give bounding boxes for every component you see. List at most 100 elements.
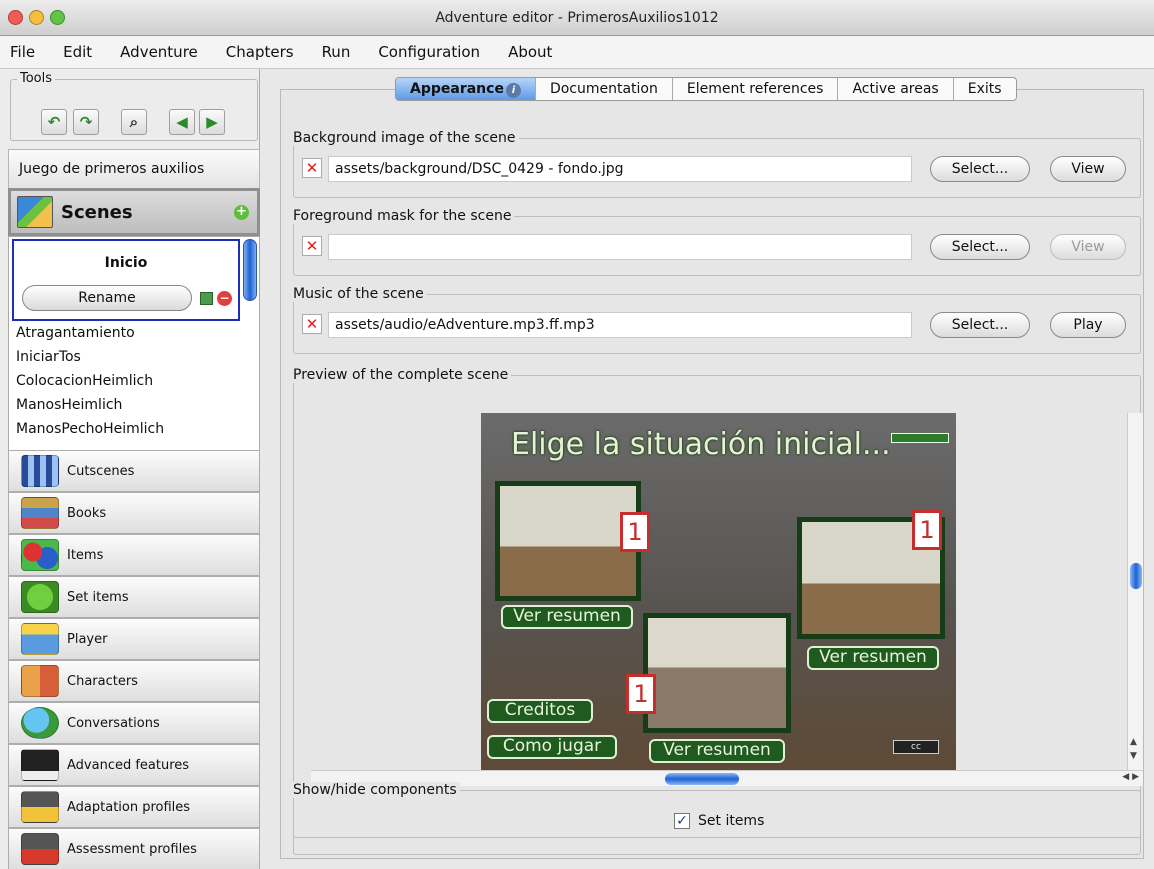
scene-item[interactable]: Atragantamiento: [16, 325, 135, 341]
scenes-icon: [17, 196, 53, 228]
set-items-label: Set items: [698, 813, 765, 829]
menu-chapters[interactable]: Chapters: [226, 43, 294, 61]
forward-arrow-icon[interactable]: ▶: [199, 109, 225, 135]
foreground-path-field[interactable]: [328, 234, 912, 260]
foreground-view-button: View: [1050, 234, 1126, 260]
menubar: File Edit Adventure Chapters Run Configu…: [0, 36, 1154, 69]
ver-resumen-button[interactable]: Ver resumen: [807, 646, 939, 670]
undo-icon[interactable]: ↶: [41, 109, 67, 135]
characters-icon: [21, 665, 59, 697]
category-label: Books: [67, 505, 107, 521]
preview-hscroll-arrows[interactable]: ◀ ▶: [1122, 772, 1139, 782]
duplicate-icon[interactable]: [200, 292, 213, 305]
category-label: Assessment profiles: [67, 841, 197, 857]
remove-music-icon[interactable]: ✕: [302, 314, 322, 334]
scenes-label: Scenes: [61, 201, 133, 223]
preview-badge: [891, 433, 949, 443]
scenes-header[interactable]: Scenes +: [8, 188, 260, 236]
assessment-icon: [21, 833, 59, 865]
add-scene-icon[interactable]: +: [234, 205, 249, 220]
menu-edit[interactable]: Edit: [63, 43, 92, 61]
tab-appearance[interactable]: Appearance i: [396, 78, 536, 100]
preview-vscroll-arrows[interactable]: ▲ ▼: [1130, 735, 1137, 763]
category-characters[interactable]: Characters: [8, 660, 260, 702]
preview-thumbnail: 1: [797, 510, 945, 639]
delete-icon[interactable]: −: [217, 291, 232, 306]
menu-configuration[interactable]: Configuration: [378, 43, 480, 61]
foreground-select-button[interactable]: Select...: [930, 234, 1030, 260]
minimize-window-button[interactable]: [29, 10, 44, 25]
preview-hscroll-thumb[interactable]: [665, 773, 739, 785]
ver-resumen-button[interactable]: Ver resumen: [501, 605, 633, 629]
scene-preview[interactable]: Elige la situación inicial... 1 Ver resu…: [481, 413, 956, 770]
rename-button[interactable]: Rename: [22, 285, 192, 311]
selected-scene-name: Inicio: [104, 255, 148, 271]
preview-vscroll-thumb[interactable]: [1130, 563, 1142, 589]
preview-vertical-scrollbar[interactable]: ▲ ▼: [1127, 413, 1143, 770]
info-icon: i: [505, 83, 521, 98]
player-icon: [21, 623, 59, 655]
scene-item[interactable]: ManosHeimlich: [16, 397, 122, 413]
category-items[interactable]: Items: [8, 534, 260, 576]
close-window-button[interactable]: [8, 10, 23, 25]
category-assessment-profiles[interactable]: Assessment profiles: [8, 828, 260, 869]
tab-element-references[interactable]: Element references: [673, 78, 839, 100]
music-path-field[interactable]: assets/audio/eAdventure.mp3.ff.mp3: [328, 312, 912, 338]
preview-title: Elige la situación inicial...: [511, 427, 891, 462]
category-conversations[interactable]: Conversations: [8, 702, 260, 744]
components-group: Show/hide components ✓ Set items: [293, 782, 1141, 838]
category-player[interactable]: Player: [8, 618, 260, 660]
items-icon: [21, 539, 59, 571]
category-label: Items: [67, 547, 104, 563]
category-cutscenes[interactable]: Cutscenes: [8, 450, 260, 492]
project-title[interactable]: Juego de primeros auxilios: [8, 149, 260, 190]
category-adaptation-profiles[interactable]: Adaptation profiles: [8, 786, 260, 828]
menu-adventure[interactable]: Adventure: [120, 43, 198, 61]
como-jugar-button[interactable]: Como jugar: [487, 735, 617, 759]
category-set-items[interactable]: Set items: [8, 576, 260, 618]
window-controls: [8, 10, 65, 25]
tools-label: Tools: [17, 71, 56, 86]
category-advanced-features[interactable]: Advanced features: [8, 744, 260, 786]
ver-resumen-button[interactable]: Ver resumen: [649, 739, 785, 763]
back-arrow-icon[interactable]: ◀: [169, 109, 195, 135]
left-sidebar: Tools ↶ ↷ ⌕ ◀ ▶ Juego de primeros auxili…: [0, 69, 260, 869]
menu-about[interactable]: About: [508, 43, 552, 61]
preview-thumbnail: 1: [495, 481, 650, 601]
zoom-window-button[interactable]: [50, 10, 65, 25]
background-path-field[interactable]: assets/background/DSC_0429 - fondo.jpg: [328, 156, 912, 182]
category-label: Adaptation profiles: [67, 799, 191, 815]
category-label: Advanced features: [67, 757, 190, 773]
remove-foreground-icon[interactable]: ✕: [302, 236, 322, 256]
books-icon: [21, 497, 59, 529]
category-books[interactable]: Books: [8, 492, 260, 534]
set-items-checkbox[interactable]: ✓: [674, 813, 690, 829]
tab-bar: Appearance i Documentation Element refere…: [395, 77, 1017, 101]
scene-list-scrollbar[interactable]: [243, 239, 257, 301]
scene-item[interactable]: ManosPechoHeimlich: [16, 421, 164, 437]
background-group: Background image of the scene ✕ assets/b…: [293, 130, 1141, 198]
creative-commons-badge: cc: [893, 740, 939, 754]
remove-background-icon[interactable]: ✕: [302, 158, 322, 178]
music-select-button[interactable]: Select...: [930, 312, 1030, 338]
preview-thumbnail: 1: [626, 613, 791, 733]
tab-active-areas[interactable]: Active areas: [838, 78, 954, 100]
menu-run[interactable]: Run: [322, 43, 351, 61]
tab-documentation[interactable]: Documentation: [536, 78, 673, 100]
menu-file[interactable]: File: [10, 43, 35, 61]
music-play-button[interactable]: Play: [1050, 312, 1126, 338]
search-icon[interactable]: ⌕: [121, 109, 147, 135]
preview-label: Preview of the complete scene: [293, 367, 512, 383]
tab-label: Appearance: [410, 81, 504, 97]
scene-item[interactable]: IniciarTos: [16, 349, 81, 365]
music-label: Music of the scene: [293, 286, 427, 302]
category-label: Set items: [67, 589, 129, 605]
background-select-button[interactable]: Select...: [930, 156, 1030, 182]
redo-icon[interactable]: ↷: [73, 109, 99, 135]
scene-item[interactable]: ColocacionHeimlich: [16, 373, 153, 389]
window-titlebar: Adventure editor - PrimerosAuxilios1012: [0, 0, 1154, 36]
creditos-button[interactable]: Creditos: [487, 699, 593, 723]
background-view-button[interactable]: View: [1050, 156, 1126, 182]
selected-scene[interactable]: Inicio Rename −: [12, 239, 240, 321]
tab-exits[interactable]: Exits: [954, 78, 1016, 100]
